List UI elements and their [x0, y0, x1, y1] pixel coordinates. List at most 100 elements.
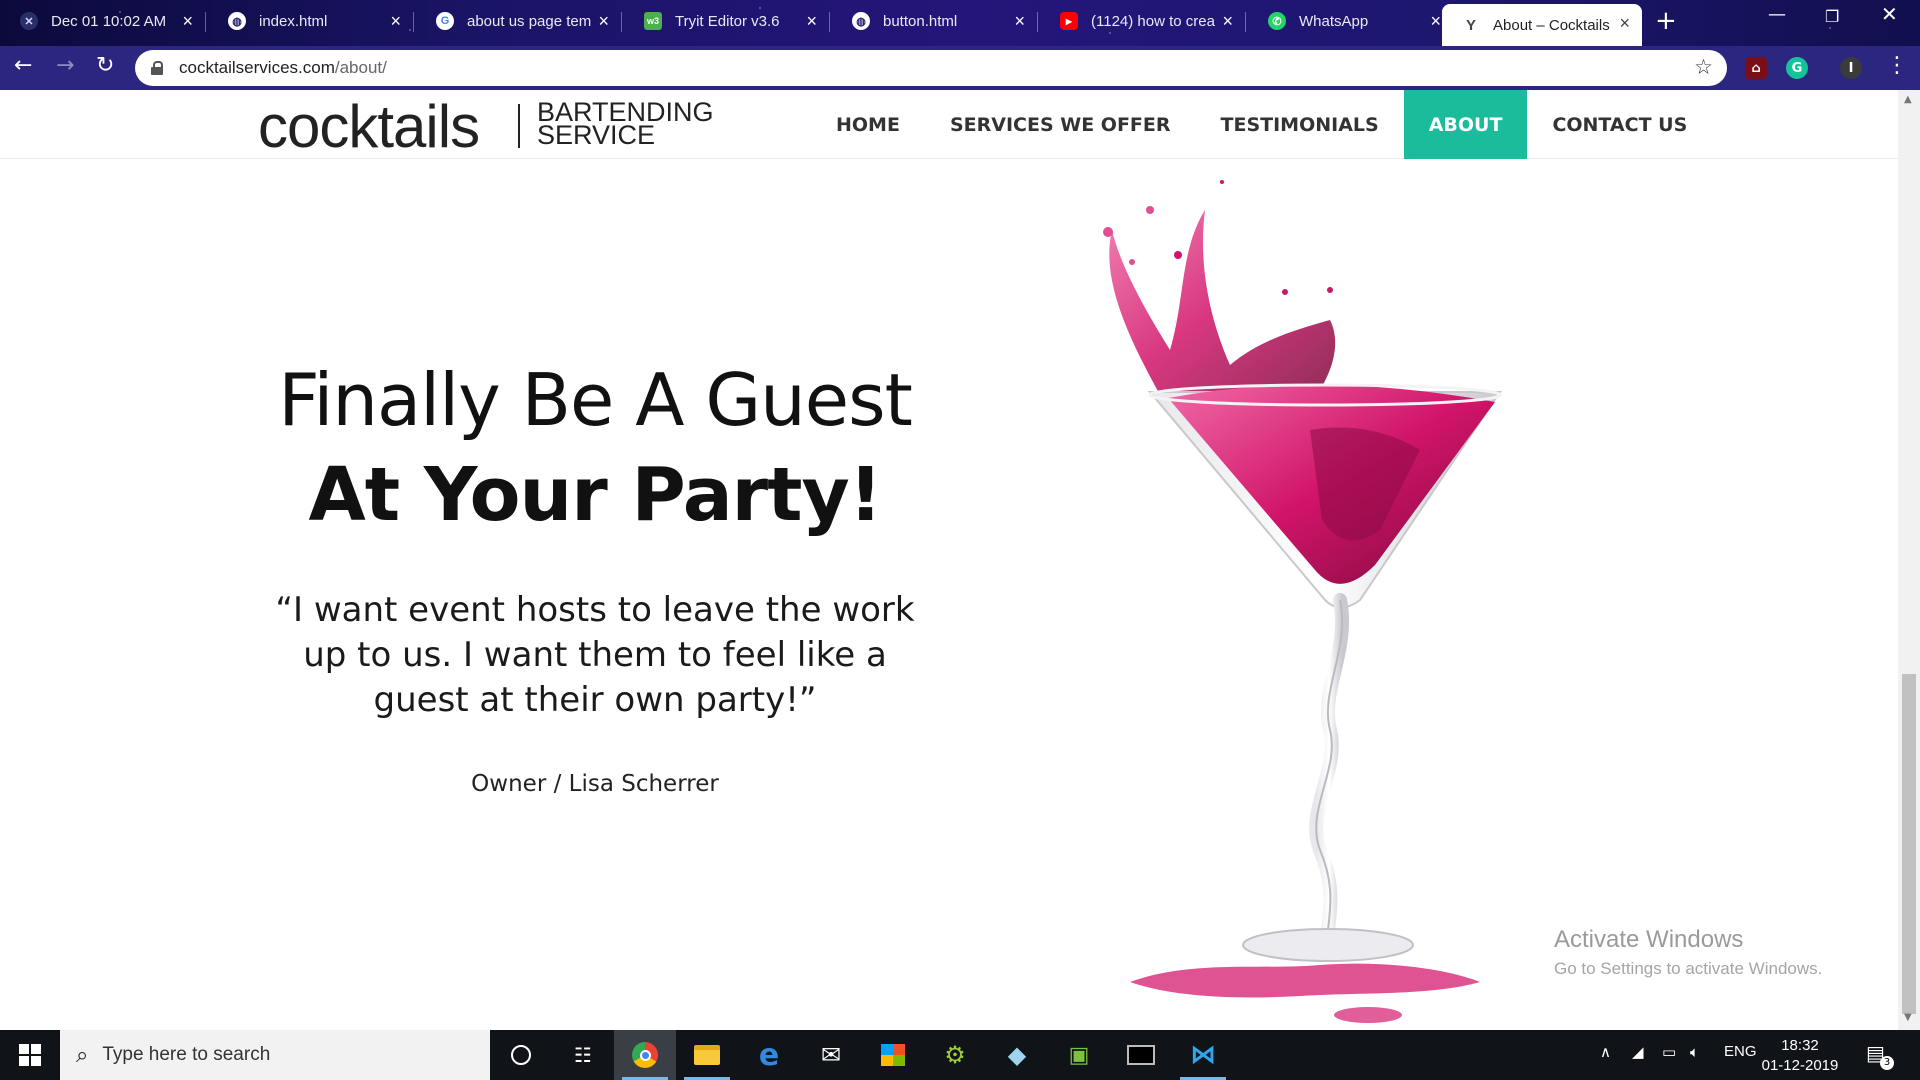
minimize-icon[interactable]: —	[1768, 4, 1786, 25]
nav-services[interactable]: SERVICES WE OFFER	[925, 90, 1196, 159]
notes-app-icon[interactable]: ◆	[986, 1030, 1048, 1080]
window-close-icon[interactable]: ✕	[1881, 2, 1898, 26]
tab-title: Tryit Editor v3.6	[675, 12, 780, 30]
tray-overflow-icon[interactable]: ∧	[1600, 1043, 1611, 1061]
nav-contact[interactable]: CONTACT US	[1527, 90, 1712, 159]
close-tab-icon[interactable]: ×	[1014, 11, 1025, 32]
tab-divider	[1037, 12, 1038, 32]
browser-tab-strip: ✕ Dec 01 10:02 AM × ◍ index.html × G abo…	[0, 0, 1920, 46]
edge-icon[interactable]: e	[738, 1030, 800, 1080]
bookmark-star-icon[interactable]: ☆	[1694, 55, 1713, 79]
google-icon: G	[436, 12, 454, 30]
close-tab-icon[interactable]: ×	[182, 11, 193, 32]
new-tab-button[interactable]: +	[1655, 6, 1677, 36]
cocktail-glass-image	[1103, 180, 1502, 1023]
logo-wordmark: cocktails	[258, 93, 480, 160]
tab-divider	[621, 12, 622, 32]
activate-windows-title: Activate Windows	[1554, 926, 1744, 953]
activate-windows-subtitle: Go to Settings to activate Windows.	[1554, 959, 1823, 978]
tab-title: Dec 01 10:02 AM	[51, 12, 167, 30]
url-host: cocktailservices.com	[179, 58, 335, 77]
w3schools-icon: w3	[644, 12, 662, 30]
url-text[interactable]: cocktailservices.com/about/	[179, 58, 387, 78]
tab-title: (1124) how to crea	[1091, 12, 1215, 30]
space-icon: ✕	[20, 12, 38, 30]
scroll-down-icon[interactable]: ▼	[1904, 1012, 1912, 1023]
tab-divider	[205, 12, 206, 32]
language-indicator[interactable]: ENG	[1724, 1043, 1757, 1060]
nav-about[interactable]: ABOUT	[1403, 90, 1528, 159]
start-button[interactable]	[0, 1030, 60, 1080]
vscode-icon[interactable]: ⋈	[1172, 1030, 1234, 1080]
browser-tab[interactable]: ◍ button.html ×	[832, 0, 1037, 42]
scroll-up-icon[interactable]: ▲	[1904, 94, 1912, 105]
browser-tab-active[interactable]: Y About – Cocktails ×	[1442, 4, 1642, 46]
globe-icon: ◍	[228, 12, 246, 30]
nav-testimonials[interactable]: TESTIMONIALS	[1196, 90, 1404, 159]
browser-tab[interactable]: w3 Tryit Editor v3.6 ×	[624, 0, 829, 42]
volume-icon[interactable]: 🔈︎	[1690, 1043, 1699, 1061]
pdf-extension-icon[interactable]: ⌂	[1745, 57, 1767, 79]
notification-count-badge: 3	[1880, 1056, 1894, 1070]
browser-tab[interactable]: G about us page tem ×	[416, 0, 621, 42]
clock-time: 18:32	[1781, 1037, 1819, 1054]
android-studio-icon[interactable]: ⚙	[924, 1030, 986, 1080]
close-tab-icon[interactable]: ×	[598, 11, 609, 32]
close-tab-icon[interactable]: ×	[1222, 11, 1233, 32]
logo-divider	[518, 104, 520, 148]
owner-quote: “I want event hosts to leave the work up…	[275, 590, 915, 720]
site-header: cocktails BARTENDING SERVICE HOME SERVIC…	[0, 90, 1898, 160]
quote-attribution: Owner / Lisa Scherrer	[471, 771, 719, 797]
hero-heading-line1: Finally Be A Guest	[278, 358, 913, 442]
cortana-icon[interactable]	[490, 1030, 552, 1080]
close-tab-icon[interactable]: ×	[1619, 13, 1630, 34]
close-tab-icon[interactable]: ×	[1430, 11, 1441, 32]
close-tab-icon[interactable]: ×	[806, 11, 817, 32]
taskbar-clock[interactable]: 18:32 01-12-2019	[1760, 1036, 1840, 1076]
clock-date: 01-12-2019	[1761, 1057, 1839, 1074]
tab-title: index.html	[259, 12, 328, 30]
tab-title: WhatsApp	[1299, 12, 1369, 30]
url-path: /about/	[334, 58, 387, 77]
browser-toolbar: ← → ↻ cocktailservices.com/about/ ☆ ⌂ G …	[0, 46, 1920, 90]
image-app-icon[interactable]: ▣	[1048, 1030, 1110, 1080]
lock-icon[interactable]	[151, 61, 163, 75]
task-view-icon[interactable]: ☷	[552, 1030, 614, 1080]
restore-icon[interactable]: ❐	[1825, 7, 1839, 26]
windows-taskbar: ⌕ Type here to search ☷ e ✉ ⚙ ◆ ▣ ⋈ ∧ ◢ …	[0, 1030, 1920, 1080]
search-placeholder: Type here to search	[102, 1044, 271, 1065]
taskbar-search-box[interactable]: ⌕ Type here to search	[60, 1030, 490, 1080]
mail-icon[interactable]: ✉	[800, 1030, 862, 1080]
logo-subtitle: BARTENDING SERVICE	[537, 99, 737, 150]
profile-avatar-icon[interactable]: I	[1840, 57, 1862, 79]
forward-icon[interactable]: →	[56, 53, 74, 78]
network-icon[interactable]: ◢	[1632, 1043, 1644, 1061]
tab-divider	[413, 12, 414, 32]
file-explorer-icon[interactable]	[676, 1030, 738, 1080]
address-bar[interactable]: cocktailservices.com/about/ ☆	[135, 50, 1727, 86]
main-nav: HOME SERVICES WE OFFER TESTIMONIALS ABOU…	[811, 90, 1712, 159]
menu-kebab-icon[interactable]: ⋮	[1886, 53, 1908, 78]
page-scrollbar[interactable]: ▲ ▼	[1898, 90, 1920, 1030]
search-icon: ⌕	[76, 1042, 89, 1068]
scrollbar-thumb[interactable]	[1902, 674, 1916, 1014]
browser-tab[interactable]: ◍ index.html ×	[208, 0, 413, 42]
browser-tab[interactable]: ✆ WhatsApp ×	[1248, 0, 1453, 42]
grammarly-icon[interactable]: G	[1786, 57, 1808, 79]
store-icon[interactable]	[862, 1030, 924, 1080]
terminal-icon[interactable]	[1110, 1030, 1172, 1080]
reload-icon[interactable]: ↻	[96, 53, 114, 78]
hero-heading-line2: At Your Party!	[308, 452, 882, 538]
globe-icon: ◍	[852, 12, 870, 30]
windows-logo-icon	[19, 1044, 41, 1066]
close-tab-icon[interactable]: ×	[390, 11, 401, 32]
tab-title: button.html	[883, 12, 958, 30]
browser-tab[interactable]: ✕ Dec 01 10:02 AM ×	[0, 0, 205, 42]
nav-home[interactable]: HOME	[811, 90, 925, 159]
browser-tab[interactable]: ▶ (1124) how to crea ×	[1040, 0, 1245, 42]
battery-icon[interactable]: ▭	[1662, 1043, 1676, 1061]
back-icon[interactable]: ←	[14, 53, 32, 78]
logo-subtitle-line: SERVICE	[537, 120, 656, 150]
chrome-taskbar-icon[interactable]	[614, 1030, 676, 1080]
tab-title: About – Cocktails	[1493, 16, 1610, 34]
